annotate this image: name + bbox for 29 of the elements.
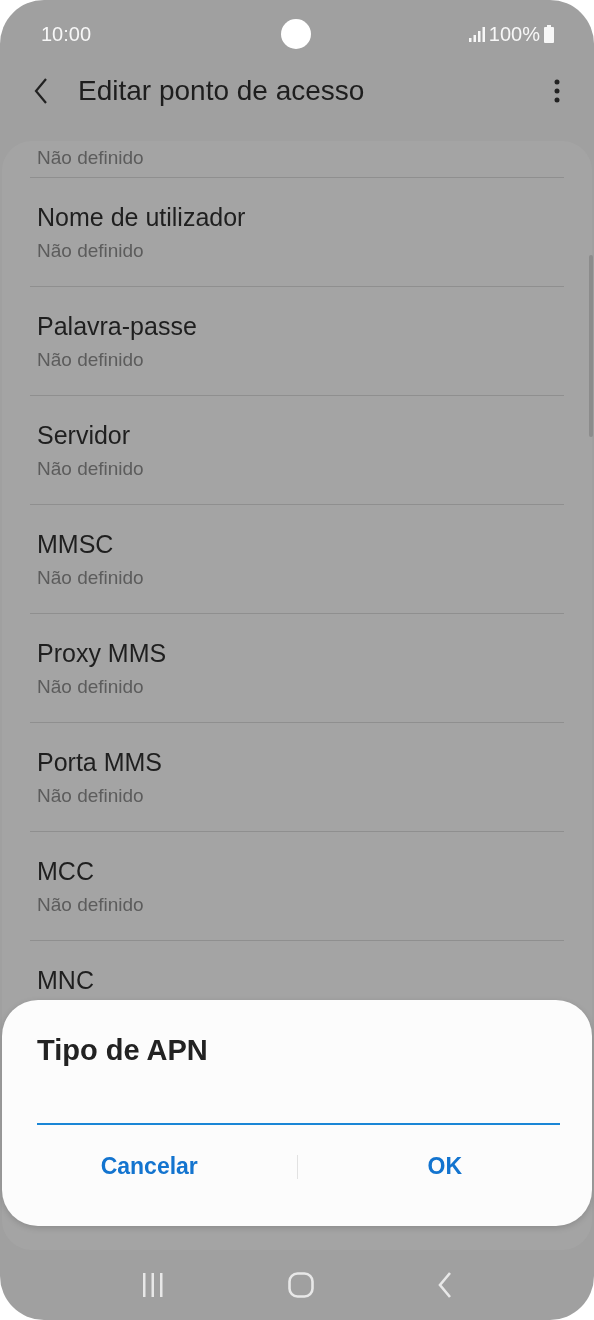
battery-icon <box>544 25 554 43</box>
battery-level: 100% <box>488 22 540 46</box>
setting-value: Não definido <box>36 146 144 170</box>
more-options-icon[interactable] <box>554 79 560 103</box>
setting-value: Não definido <box>36 566 144 590</box>
setting-value: Não definido <box>36 893 144 917</box>
dialog-button[interactable]: Cancelar <box>2 1139 297 1194</box>
setting-value: Não definido <box>36 457 144 481</box>
setting-title[interactable]: Palavra-passe <box>30 309 197 343</box>
setting-value: Não definido <box>36 348 144 372</box>
setting-title[interactable]: Proxy MMS <box>30 636 167 670</box>
setting-title[interactable]: MCC <box>30 854 94 888</box>
clock: 10:00 <box>41 22 92 46</box>
setting-value: Não definido <box>36 784 144 808</box>
setting-value: Não definido <box>36 675 144 699</box>
setting-title[interactable]: Nome de utilizador <box>30 200 246 234</box>
dialog-title: Tipo de APN <box>37 1034 208 1067</box>
back-icon[interactable] <box>34 78 48 104</box>
recents-icon[interactable] <box>142 1273 164 1297</box>
setting-title[interactable]: MNC <box>30 963 94 997</box>
signal-icon <box>468 26 485 42</box>
setting-title[interactable]: Servidor <box>30 418 131 452</box>
setting-value: Não definido <box>36 239 144 263</box>
setting-title[interactable]: Porta MMS <box>30 745 163 779</box>
page-title: Editar ponto de acesso <box>78 75 366 107</box>
setting-title[interactable]: MMSC <box>30 527 114 561</box>
camera-cutout <box>281 19 311 49</box>
dialog-button[interactable]: OK <box>297 1139 592 1194</box>
home-icon[interactable] <box>288 1272 314 1298</box>
